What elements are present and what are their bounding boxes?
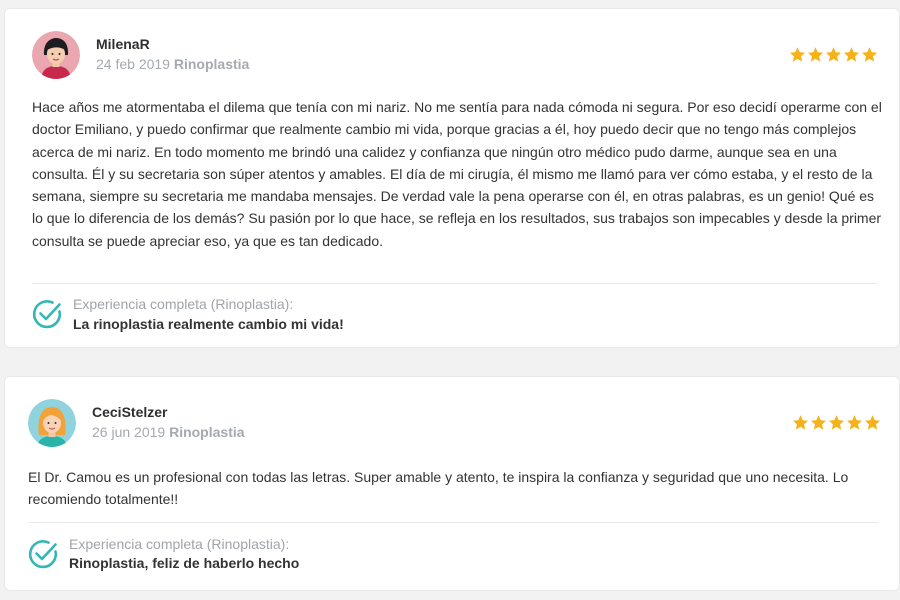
- review-date: 24 feb 2019: [96, 56, 170, 72]
- star-icon: [846, 415, 863, 430]
- star-icon: [825, 47, 842, 62]
- review-meta: 26 jun 2019 Rinoplastia: [92, 424, 245, 440]
- star-icon: [861, 47, 878, 62]
- star-icon: [864, 415, 881, 430]
- review-author: CeciStelzer: [92, 404, 168, 420]
- review-text: El Dr. Camou es un profesional con todas…: [28, 469, 849, 508]
- woman-dark-hair-avatar-icon: [32, 31, 80, 79]
- review-procedure: Rinoplastia: [173, 56, 250, 72]
- experience-title[interactable]: La rinoplastia realmente cambio mi vida!: [73, 316, 344, 332]
- review-card: CeciStelzer 26 jun 2019 Rinoplastia El D…: [4, 376, 900, 591]
- review-procedure: Rinoplastia: [169, 424, 245, 440]
- check-circle-icon: [27, 538, 59, 570]
- review-divider: [32, 283, 877, 284]
- star-icon: [792, 415, 809, 430]
- star-icon: [843, 47, 860, 62]
- experience-label: Experiencia completa (Rinoplastia):: [73, 296, 294, 312]
- review-text: Hace años me atormentaba el dilema que t…: [32, 99, 882, 249]
- review-meta: 24 feb 2019 Rinoplastia: [96, 56, 249, 72]
- woman-blonde-hair-avatar-icon: [28, 399, 76, 447]
- review-author: MilenaR: [96, 36, 150, 52]
- review-date: 26 jun 2019: [92, 424, 166, 440]
- experience-label: Experiencia completa (Rinoplastia):: [69, 536, 290, 552]
- rating-stars: [789, 46, 878, 63]
- review-card: MilenaR 24 feb 2019 Rinoplastia Hace año…: [4, 8, 900, 348]
- star-icon: [789, 47, 806, 62]
- check-circle-icon: [31, 298, 63, 330]
- star-icon: [828, 415, 845, 430]
- experience-title[interactable]: Rinoplastia, feliz de haberlo hecho: [69, 555, 299, 571]
- star-icon: [810, 415, 827, 430]
- star-icon: [807, 47, 824, 62]
- rating-stars: [792, 414, 881, 431]
- review-divider: [28, 522, 878, 523]
